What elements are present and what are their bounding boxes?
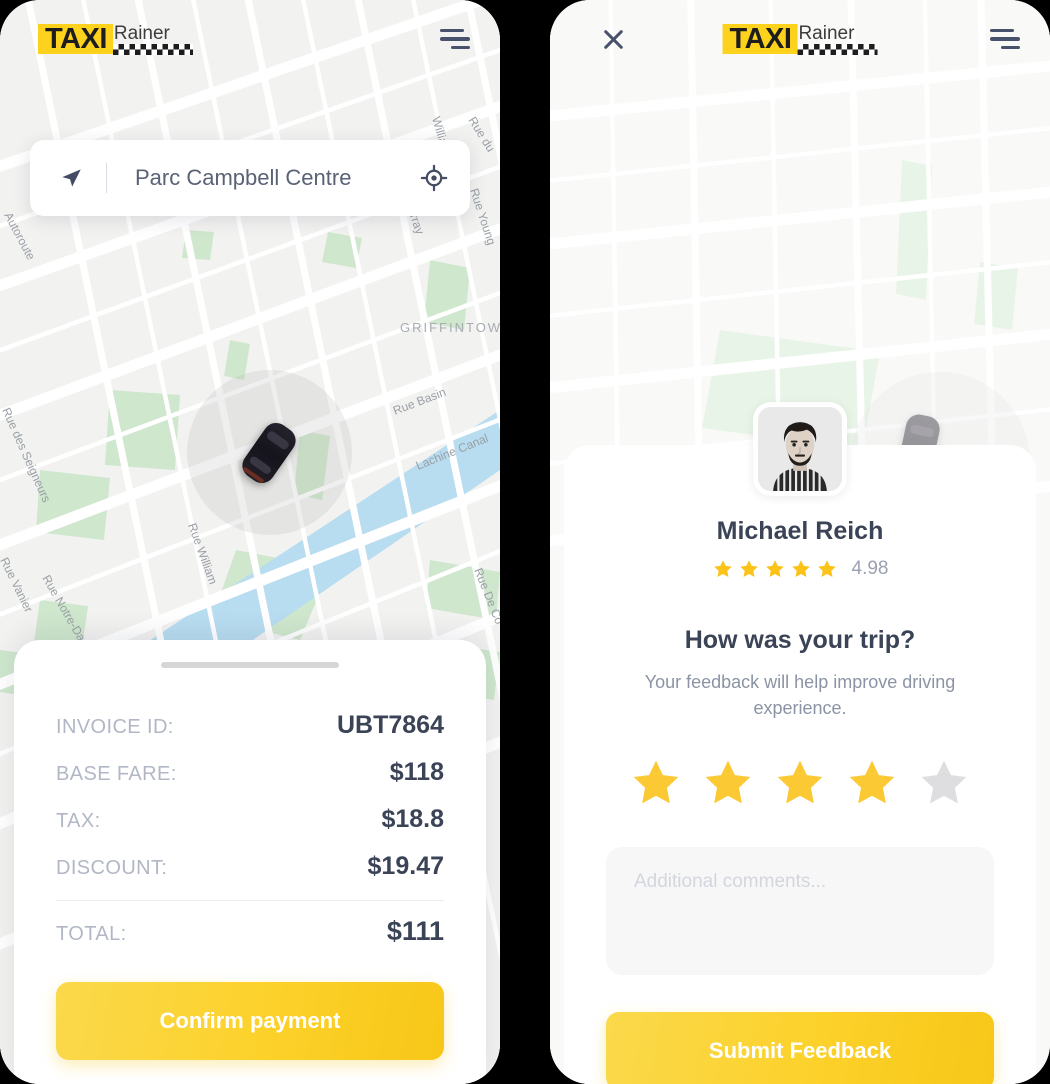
phone-screen-payment: GRIFFINTOWN Rue Basin Lachine Canal Rue …: [0, 0, 500, 1084]
rating-star-4-icon[interactable]: [844, 755, 900, 811]
invoice-value: UBT7864: [337, 711, 444, 739]
header-left: TAXI Rainer: [0, 0, 500, 78]
navigation-arrow-icon: [62, 169, 81, 187]
logo-rainer-text: Rainer: [113, 23, 170, 44]
invoice-row: BASE FARE: $118: [56, 749, 444, 796]
invoice-total-row: TOTAL: $111: [56, 907, 444, 956]
feedback-heading: How was your trip?: [684, 626, 916, 654]
destination-search-bar[interactable]: Parc Campbell Centre: [30, 140, 470, 216]
invoice-row: TAX: $18.8: [56, 796, 444, 843]
map-label: GRIFFINTOWN: [400, 320, 500, 335]
logo-rainer-text: Rainer: [798, 23, 855, 44]
invoice-divider: [56, 900, 444, 901]
invoice-row: DISCOUNT: $19.47: [56, 843, 444, 890]
rating-value: 4.98: [851, 558, 889, 579]
driver-rating: 4.98: [606, 558, 994, 580]
invoice-value: $18.8: [381, 805, 444, 833]
feedback-card: Michael Reich 4.98 How was your trip? Yo…: [564, 402, 1036, 1084]
rating-star-5-icon[interactable]: [916, 755, 972, 811]
gps-target-icon[interactable]: [420, 164, 448, 192]
driver-avatar: [753, 402, 847, 496]
invoice-total-label: TOTAL:: [56, 923, 127, 945]
additional-comments-input[interactable]: [606, 847, 994, 976]
search-divider: [106, 163, 107, 193]
header-right: TAXI Rainer: [550, 0, 1050, 78]
logo-taxi-text: TAXI: [722, 24, 798, 54]
hamburger-menu-icon[interactable]: [990, 28, 1020, 50]
star-filled-icon: [713, 560, 732, 578]
app-logo: TAXI Rainer: [722, 23, 878, 55]
invoice-label: INVOICE ID:: [56, 716, 174, 738]
checker-pattern-icon: [112, 44, 193, 55]
star-filled-icon: [739, 560, 758, 578]
app-logo: TAXI Rainer: [0, 23, 193, 55]
hamburger-menu-icon[interactable]: [440, 28, 470, 50]
confirm-payment-button[interactable]: Confirm payment: [56, 982, 444, 1060]
search-input[interactable]: Parc Campbell Centre: [135, 165, 420, 191]
submit-feedback-button[interactable]: Submit Feedback: [606, 1012, 994, 1084]
rating-star-3-icon[interactable]: [772, 755, 828, 811]
invoice-bottom-sheet: INVOICE ID: UBT7864 BASE FARE: $118 TAX:…: [14, 640, 486, 1084]
invoice-label: BASE FARE:: [56, 763, 177, 785]
close-icon[interactable]: [598, 24, 628, 54]
star-filled-icon: [791, 560, 810, 578]
sheet-drag-handle[interactable]: [161, 662, 339, 668]
invoice-row: INVOICE ID: UBT7864: [56, 702, 444, 749]
phone-screen-feedback: TAXI Rainer Michael Reich 4.98 How was y…: [550, 0, 1050, 1084]
invoice-label: TAX:: [56, 810, 101, 832]
rating-star-2-icon[interactable]: [700, 755, 756, 811]
feedback-subheading: Your feedback will help improve driving …: [644, 672, 956, 719]
screenshot-stage: GRIFFINTOWN Rue Basin Lachine Canal Rue …: [0, 0, 1050, 1084]
avatar: [758, 407, 842, 491]
star-filled-icon: [765, 560, 784, 578]
invoice-value: $19.47: [367, 852, 444, 880]
star-filled-icon: [817, 560, 836, 578]
driver-name: Michael Reich: [716, 517, 884, 545]
rating-star-selector[interactable]: [606, 755, 994, 811]
invoice-label: DISCOUNT:: [56, 857, 168, 879]
checker-pattern-icon: [797, 44, 878, 55]
logo-taxi-text: TAXI: [38, 24, 113, 54]
invoice-value: $118: [389, 758, 444, 786]
rating-star-1-icon[interactable]: [628, 755, 684, 811]
invoice-total-value: $111: [386, 916, 444, 946]
